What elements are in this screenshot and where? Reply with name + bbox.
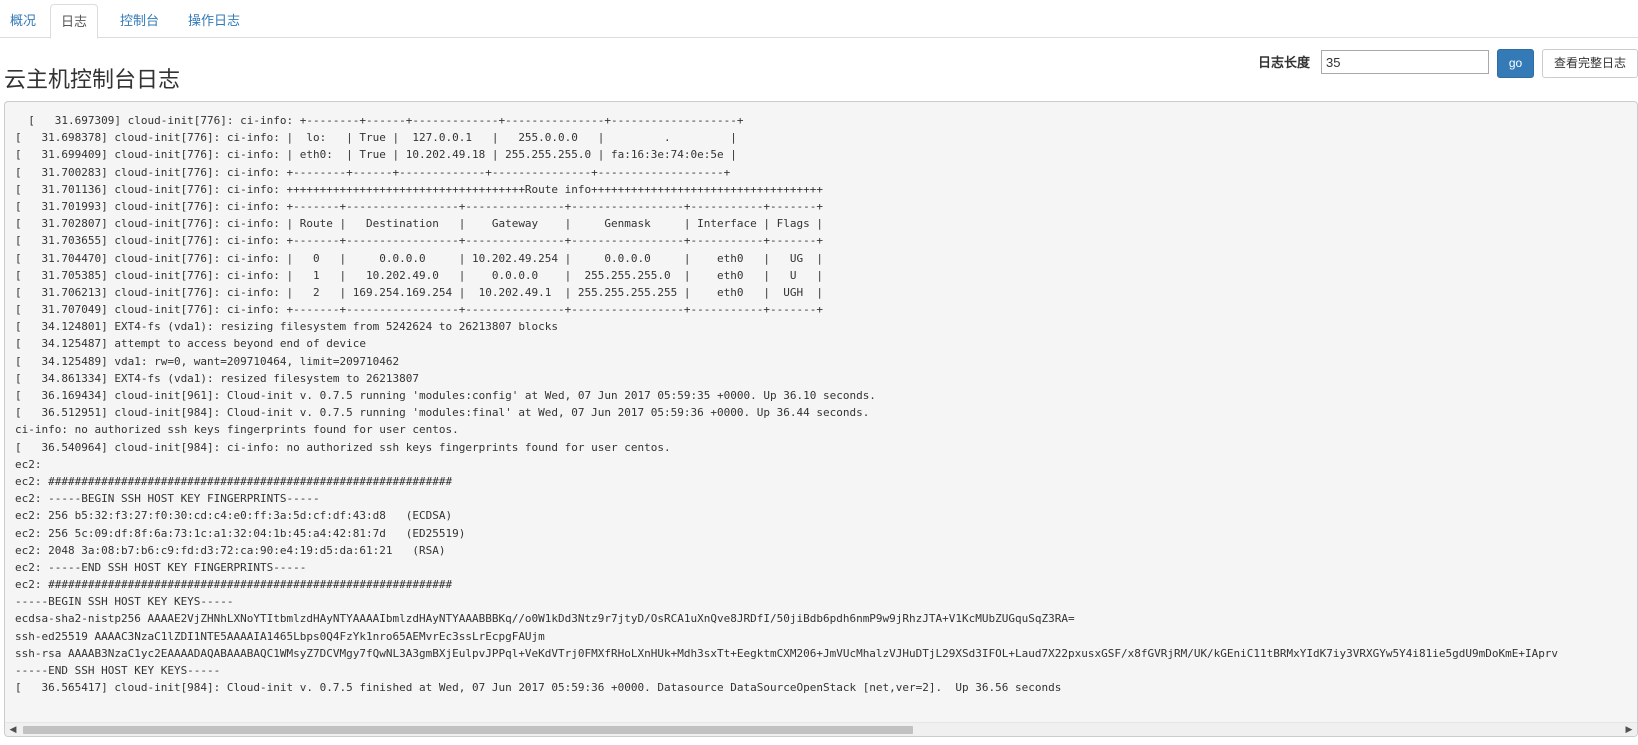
scroll-left-icon[interactable]: ◀ bbox=[8, 725, 18, 735]
go-button[interactable]: go bbox=[1497, 49, 1534, 78]
log-line: [ 31.701993] cloud-init[776]: ci-info: +… bbox=[15, 199, 823, 213]
log-line: ssh-rsa AAAAB3NzaC1yc2EAAAADAQABAAABAQC1… bbox=[15, 646, 1559, 660]
tab-console[interactable]: 控制台 bbox=[110, 4, 169, 39]
log-line: [ 34.861334] EXT4-fs (vda1): resized fil… bbox=[15, 371, 419, 385]
log-line: [ 36.169434] cloud-init[961]: Cloud-init… bbox=[15, 389, 876, 402]
log-line: [ 31.697309] cloud-init[776]: ci-info: +… bbox=[15, 114, 744, 127]
log-line: [ 31.700283] cloud-init[776]: ci-info: +… bbox=[15, 165, 731, 179]
log-line: [ 34.124801] EXT4-fs (vda1): resizing fi… bbox=[15, 320, 559, 334]
log-line: [ 36.512951] cloud-init[984]: Cloud-init… bbox=[15, 406, 870, 420]
scrollbar-thumb[interactable] bbox=[23, 726, 913, 734]
log-line: ec2: 256 b5:32:f3:27:f0:30:cd:c4:e0:ff:3… bbox=[15, 509, 453, 523]
log-line: ec2: 2048 3a:08:b7:b6:c9:fd:d3:72:ca:90:… bbox=[15, 543, 446, 557]
log-line: [ 31.707049] cloud-init[776]: ci-info: +… bbox=[15, 303, 823, 317]
log-line: [ 36.565417] cloud-init[984]: Cloud-init… bbox=[15, 681, 1062, 695]
log-line: [ 34.125487] attempt to access beyond en… bbox=[15, 337, 366, 351]
log-line: [ 34.125489] vda1: rw=0, want=209710464,… bbox=[15, 354, 400, 368]
log-line: -----END SSH HOST KEY KEYS----- bbox=[15, 664, 221, 677]
log-line: -----BEGIN SSH HOST KEY KEYS----- bbox=[15, 595, 234, 609]
console-log-text: [ 31.697309] cloud-init[776]: ci-info: +… bbox=[15, 112, 1558, 696]
log-length-input[interactable] bbox=[1321, 50, 1489, 74]
log-line: ec2: -----BEGIN SSH HOST KEY FINGERPRINT… bbox=[15, 492, 320, 506]
log-line: ssh-ed25519 AAAAC3NzaC1lZDI1NTE5AAAAIA14… bbox=[15, 629, 545, 643]
log-length-label: 日志长度 bbox=[1258, 55, 1311, 70]
log-line: ec2: -----END SSH HOST KEY FINGERPRINTS-… bbox=[15, 560, 307, 574]
log-line: [ 31.706213] cloud-init[776]: ci-info: |… bbox=[15, 285, 823, 299]
log-line: ec2: ###################################… bbox=[15, 474, 453, 488]
console-log-panel[interactable]: [ 31.697309] cloud-init[776]: ci-info: +… bbox=[4, 101, 1638, 737]
horizontal-scrollbar[interactable]: ◀ ▶ bbox=[5, 722, 1637, 736]
log-line: [ 31.701136] cloud-init[776]: ci-info: +… bbox=[15, 182, 823, 196]
log-line: [ 36.540964] cloud-init[984]: ci-info: n… bbox=[15, 440, 671, 454]
tab-overview[interactable]: 概况 bbox=[0, 4, 46, 39]
log-line: [ 31.705385] cloud-init[776]: ci-info: |… bbox=[15, 268, 823, 282]
tab-log[interactable]: 日志 bbox=[50, 4, 99, 39]
scroll-right-icon[interactable]: ▶ bbox=[1624, 725, 1634, 735]
tab-operation-log[interactable]: 操作日志 bbox=[178, 4, 250, 39]
log-line: [ 31.699409] cloud-init[776]: ci-info: |… bbox=[15, 148, 737, 162]
log-line: [ 31.704470] cloud-init[776]: ci-info: |… bbox=[15, 251, 823, 265]
log-line: ec2: bbox=[15, 457, 42, 471]
log-line: ec2: 256 5c:09:df:8f:6a:73:1c:a1:32:04:1… bbox=[15, 526, 466, 540]
tab-bar: 概况 日志 控制台 操作日志 bbox=[0, 0, 1638, 39]
page-title: 云主机控制台日志 bbox=[4, 67, 181, 92]
log-line: ec2: ###################################… bbox=[15, 578, 453, 592]
log-line: [ 31.698378] cloud-init[776]: ci-info: |… bbox=[15, 131, 737, 145]
log-line: ecdsa-sha2-nistp256 AAAAE2VjZHNhLXNoYTIt… bbox=[15, 612, 1075, 626]
view-full-log-button[interactable]: 查看完整日志 bbox=[1542, 49, 1638, 78]
log-line: [ 31.703655] cloud-init[776]: ci-info: +… bbox=[15, 234, 823, 248]
log-line: [ 31.702807] cloud-init[776]: ci-info: |… bbox=[15, 217, 823, 231]
log-line: ci-info: no authorized ssh keys fingerpr… bbox=[15, 423, 459, 437]
